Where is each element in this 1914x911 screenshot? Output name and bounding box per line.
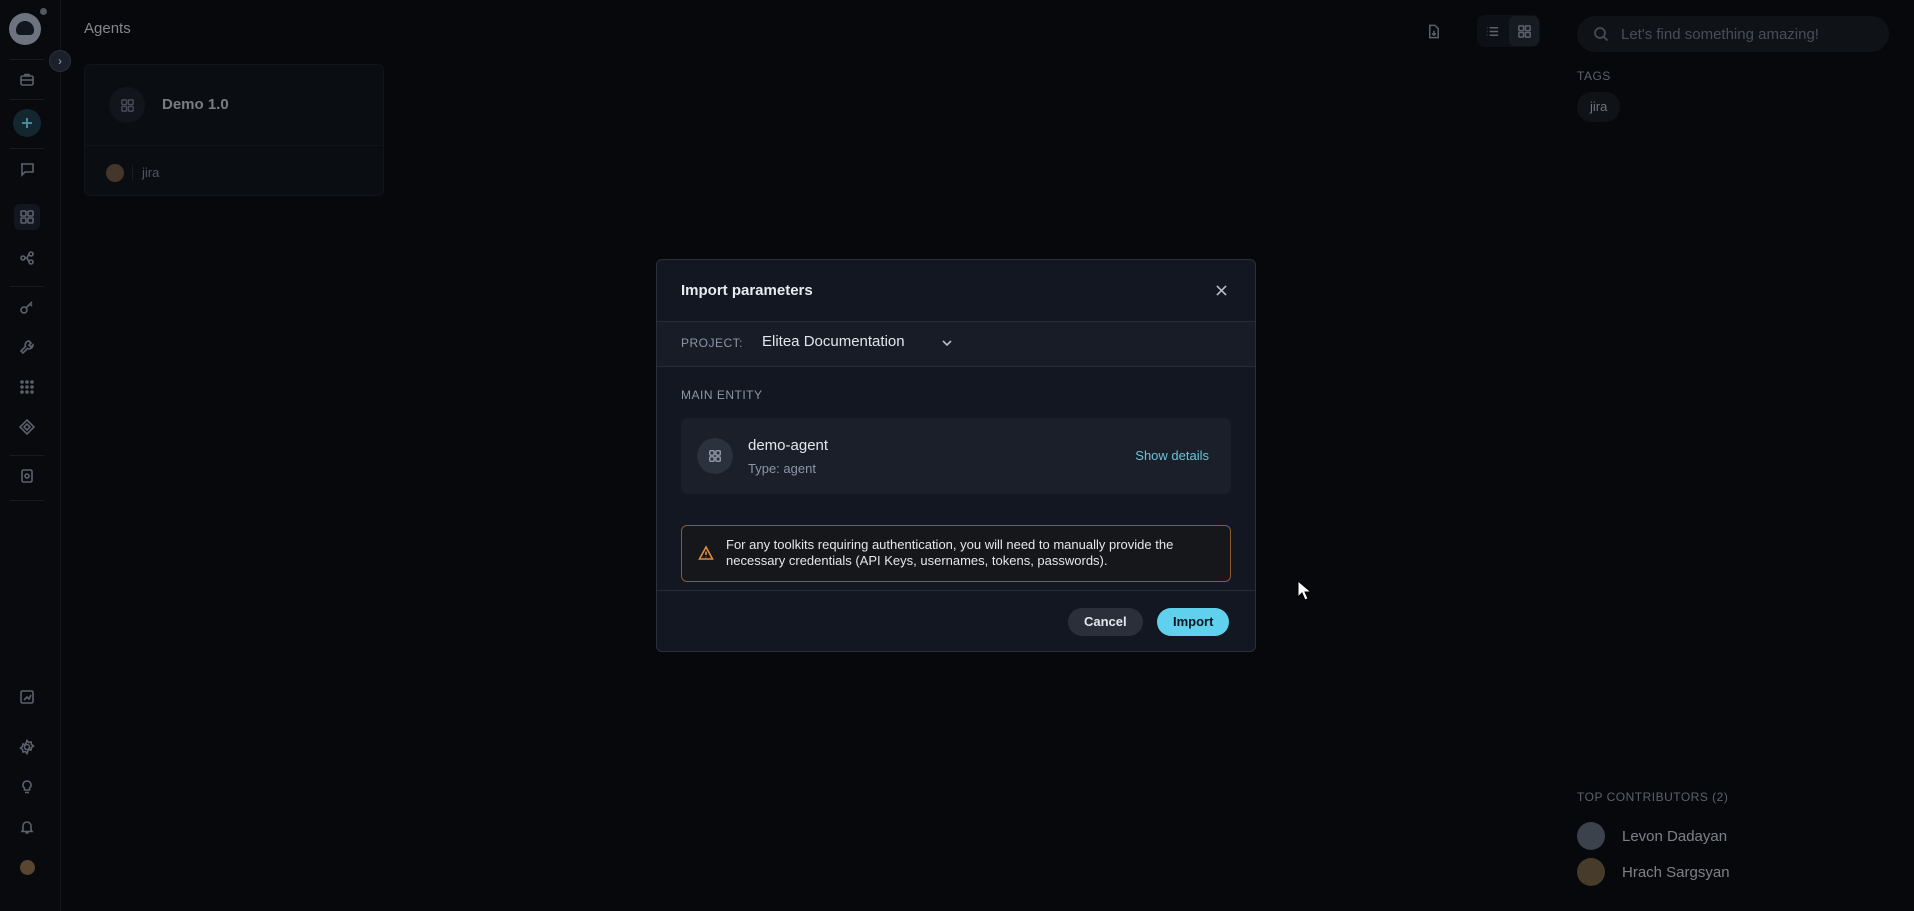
agent-grid-icon — [697, 438, 733, 474]
dialog-title: Import parameters — [681, 282, 813, 299]
show-details-link[interactable]: Show details — [1135, 448, 1209, 463]
chevron-down-icon[interactable] — [940, 336, 954, 350]
import-button[interactable]: Import — [1157, 608, 1230, 636]
cancel-button[interactable]: Cancel — [1068, 608, 1143, 636]
close-icon[interactable] — [1213, 282, 1229, 298]
entity-name: demo-agent — [748, 437, 829, 454]
mouse-cursor-icon — [1297, 580, 1313, 601]
credentials-warning: For any toolkits requiring authenticatio… — [681, 525, 1231, 582]
warning-icon — [698, 545, 716, 563]
warning-text: For any toolkits requiring authenticatio… — [726, 537, 1174, 568]
divider — [657, 366, 1255, 367]
divider — [657, 590, 1255, 591]
sidebar-toggle-button[interactable]: › — [49, 50, 71, 72]
project-label: PROJECT: — [681, 336, 744, 350]
divider — [657, 321, 1255, 322]
main-entity-label: MAIN ENTITY — [681, 388, 763, 402]
main-entity-card: demo-agent Type: agent Show details — [681, 418, 1231, 494]
project-selector-row — [657, 321, 1255, 367]
entity-type: Type: agent — [748, 461, 816, 476]
import-parameters-dialog: Import parameters PROJECT: Elitea Docume… — [656, 259, 1256, 652]
project-select[interactable]: Elitea Documentation — [762, 333, 905, 350]
